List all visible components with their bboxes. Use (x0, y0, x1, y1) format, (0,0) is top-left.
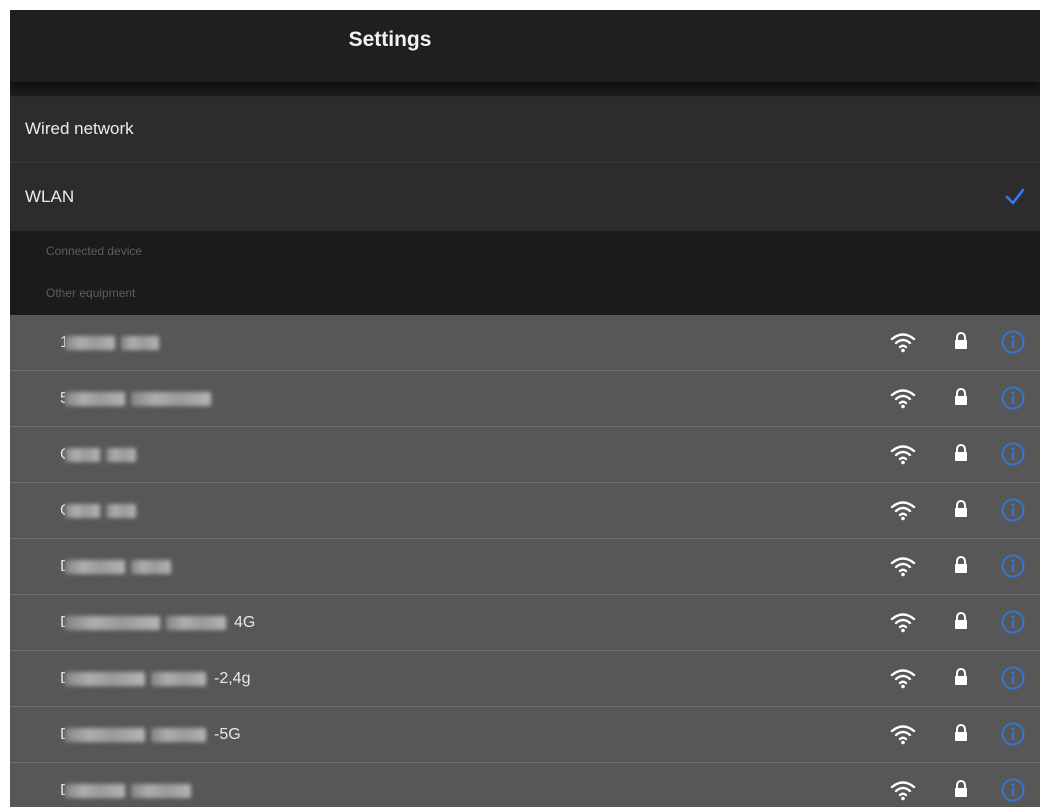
redacted-name-part (151, 727, 206, 742)
network-name: 1 (60, 315, 167, 370)
lock-icon (955, 612, 967, 629)
redacted-name-part (65, 447, 100, 462)
network-row[interactable]: D (10, 539, 1040, 595)
info-icon[interactable] (1000, 665, 1026, 691)
redacted-name-part (65, 391, 125, 406)
wifi-icon (890, 501, 916, 521)
redacted-name-part (151, 671, 206, 686)
lock-icon (955, 444, 967, 461)
redacted-name-part (65, 783, 125, 798)
wifi-icon (890, 669, 916, 689)
info-icon[interactable] (1000, 721, 1026, 747)
wifi-icon (890, 725, 916, 745)
lock-icon (955, 500, 967, 517)
checkmark-icon (1005, 188, 1025, 205)
redacted-name-part (65, 671, 145, 686)
wired-network-label: Wired network (25, 119, 134, 138)
page-title: Settings (348, 28, 432, 51)
header-bar: Settings (10, 10, 1040, 82)
redacted-name-part (131, 391, 211, 406)
lock-icon (955, 556, 967, 573)
info-icon[interactable] (1000, 441, 1026, 467)
redacted-name-part (121, 335, 159, 350)
network-row[interactable]: 1 (10, 315, 1040, 371)
network-name: D -2,4g (60, 651, 250, 706)
network-row[interactable]: D (10, 763, 1040, 807)
wifi-icon (890, 333, 916, 353)
redacted-name-part (65, 503, 100, 518)
lock-icon (955, 724, 967, 741)
settings-screen: Settings Wired network WLAN Connected de… (10, 10, 1040, 807)
network-name-suffix: -2,4g (214, 669, 251, 687)
network-name-suffix: 4G (234, 613, 256, 631)
redacted-name-part (65, 335, 115, 350)
lock-icon (955, 388, 967, 405)
network-list: 1 5 4G -2,4g -5G (10, 315, 1040, 807)
network-name: D (60, 539, 179, 594)
lock-icon (955, 668, 967, 685)
info-icon[interactable] (1000, 385, 1026, 411)
network-row[interactable]: 5 (10, 371, 1040, 427)
network-row[interactable]: D -5G (10, 707, 1040, 763)
lock-icon (955, 332, 967, 349)
network-row[interactable]: C (10, 427, 1040, 483)
info-icon[interactable] (1000, 777, 1026, 803)
redacted-name-part (166, 615, 226, 630)
network-row[interactable]: C (10, 483, 1040, 539)
redacted-name-part (131, 559, 171, 574)
wifi-icon (890, 557, 916, 577)
network-name: 5 (60, 371, 219, 426)
network-name-suffix: -5G (214, 725, 241, 743)
wifi-icon (890, 389, 916, 409)
wifi-icon (890, 613, 916, 633)
lock-icon (955, 780, 967, 797)
wifi-icon (890, 781, 916, 801)
info-icon[interactable] (1000, 497, 1026, 523)
wlan-item[interactable]: WLAN (10, 163, 1040, 231)
network-row[interactable]: D -2,4g (10, 651, 1040, 707)
wlan-label: WLAN (25, 187, 75, 206)
network-name: D 4G (60, 595, 255, 650)
header-spacer (10, 82, 1040, 96)
redacted-name-part (106, 447, 136, 462)
network-name: C (60, 427, 144, 482)
other-equipment-label: Other equipment (10, 272, 1040, 315)
info-icon[interactable] (1000, 609, 1026, 635)
wired-network-item[interactable]: Wired network (10, 96, 1040, 163)
redacted-name-part (65, 559, 125, 574)
wifi-icon (890, 445, 916, 465)
redacted-name-part (65, 727, 145, 742)
redacted-name-part (131, 783, 191, 798)
network-name: C (60, 483, 144, 538)
connected-device-label: Connected device (10, 231, 1040, 272)
info-icon[interactable] (1000, 553, 1026, 579)
redacted-name-part (65, 615, 160, 630)
network-name: D (60, 763, 199, 807)
network-name: D -5G (60, 707, 241, 762)
redacted-name-part (106, 503, 136, 518)
info-icon[interactable] (1000, 329, 1026, 355)
network-row[interactable]: D 4G (10, 595, 1040, 651)
